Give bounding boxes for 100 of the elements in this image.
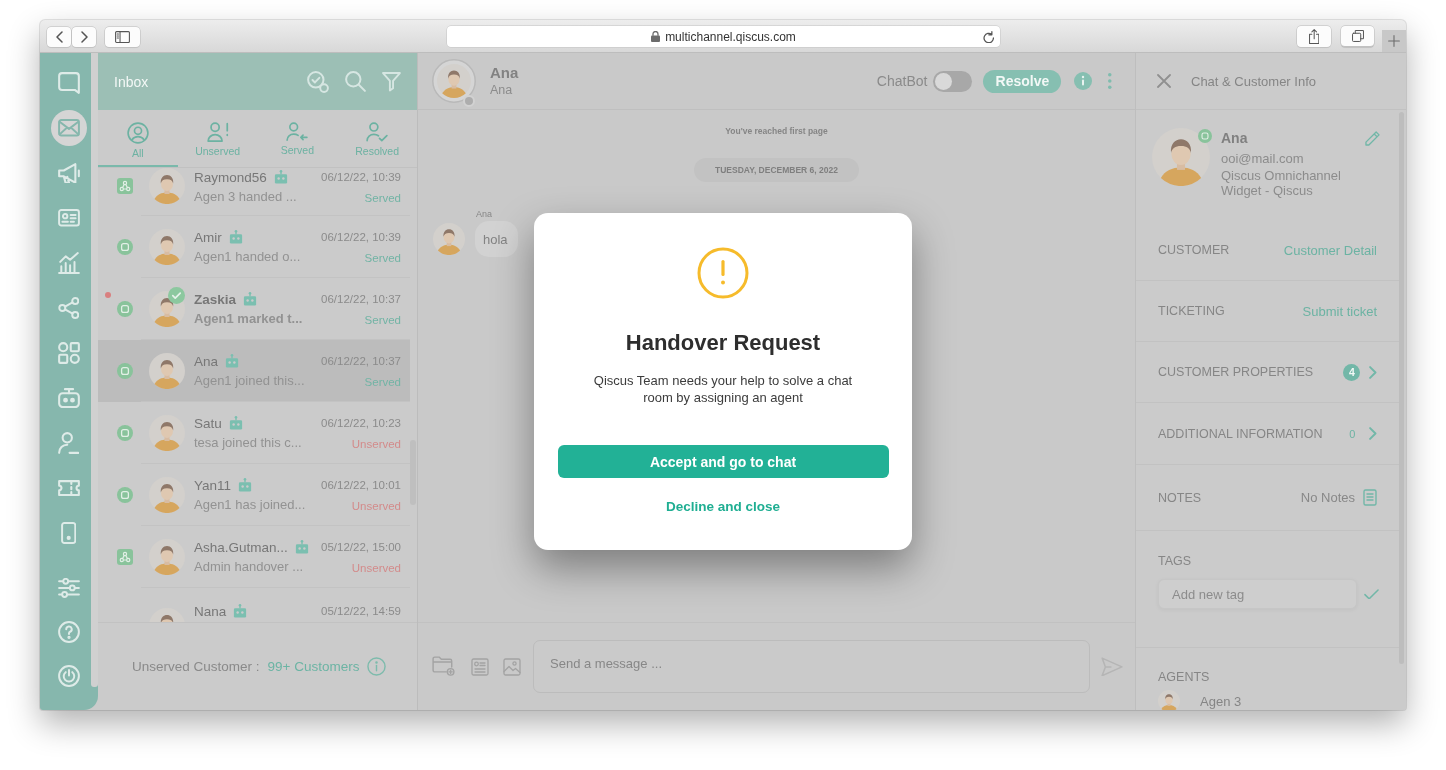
chat-channel-icon [1198, 129, 1212, 143]
contact-name: Amir [194, 229, 222, 245]
timestamp: 06/12/22, 10:39 [321, 171, 401, 183]
section-label: TICKETING [1158, 304, 1225, 318]
avatar-icon [1152, 128, 1210, 186]
nodes-icon [57, 297, 80, 319]
accept-button[interactable]: Accept and go to chat [557, 445, 889, 478]
chat-bubble-icon [57, 72, 80, 94]
message-preview: Agen 3 handed ... [194, 188, 297, 204]
help-icon [57, 621, 80, 643]
ticket-icon [57, 479, 80, 497]
chat-channel-icon [117, 487, 133, 503]
modal-message: Qiscus Team needs your help to solve a chat room by assigning an agent [592, 372, 854, 406]
share-button[interactable] [1297, 26, 1331, 47]
timestamp: 05/12/22, 15:00 [321, 541, 401, 553]
status-label: Unserved [351, 436, 401, 450]
pencil-icon[interactable] [1365, 131, 1380, 146]
filter-icon[interactable] [382, 71, 401, 92]
unserved-label: Unserved Customer : [132, 659, 260, 674]
contact-name: Nana [194, 603, 227, 619]
timestamp: 06/12/22, 10:01 [321, 479, 401, 491]
chat-check-icon[interactable] [307, 70, 330, 93]
decline-button[interactable]: Decline and close [665, 498, 780, 516]
back-button[interactable] [47, 27, 71, 47]
inbox-tab[interactable]: Served [257, 110, 338, 167]
nodes-channel-icon [117, 549, 133, 565]
chatbot-label: ChatBot [876, 73, 928, 89]
section-link[interactable]: Submit ticket [1302, 303, 1377, 319]
contact-card-icon[interactable] [471, 657, 489, 676]
tabs-icon [1351, 30, 1364, 42]
resolve-button[interactable]: Resolve [983, 69, 1062, 93]
avatar-icon [433, 223, 465, 255]
user-check-icon [366, 122, 389, 142]
search-icon[interactable] [345, 71, 367, 92]
contact-name: Ana [490, 64, 519, 82]
modal-title: Handover Request [625, 329, 821, 357]
section-link[interactable]: Customer Detail [1283, 242, 1377, 258]
more-icon[interactable] [1108, 73, 1112, 89]
sliders-icon [57, 578, 80, 598]
notes-icon[interactable] [1363, 489, 1377, 506]
status-label: Served [364, 190, 401, 204]
count-badge: 4 [1343, 363, 1361, 381]
inbox-tab[interactable]: Unserved [177, 110, 258, 167]
timestamp: 06/12/22, 10:23 [321, 417, 401, 429]
message-preview: Agen1 handed o... [194, 248, 301, 264]
chatbot-toggle[interactable] [933, 70, 973, 92]
image-icon[interactable] [503, 657, 521, 676]
status-label: Served [364, 312, 401, 326]
share-icon [1308, 29, 1320, 44]
unserved-count-link[interactable]: 99+ Customers [267, 659, 360, 674]
info-icon[interactable] [367, 657, 387, 676]
date-separator: TUESDAY, DECEMBER 6, 2022 [694, 158, 859, 182]
tag-input[interactable]: Add new tag [1158, 579, 1357, 609]
address-bar[interactable]: multichannel.qiscus.com [447, 26, 1000, 47]
chevron-right-icon[interactable] [1369, 427, 1377, 440]
customer-name: Ana [1221, 129, 1248, 147]
plus-icon [1388, 35, 1400, 47]
folder-plus-icon[interactable] [432, 656, 455, 677]
grid-icon [57, 342, 80, 364]
envelope-icon [57, 119, 80, 137]
lock-icon [651, 31, 661, 42]
section-label: AGENTS [1158, 670, 1210, 684]
contact-name: Raymond56 [194, 169, 267, 185]
contact-subtitle: Ana [490, 82, 514, 98]
message-preview: Admin handover ... [194, 558, 304, 574]
tablet-icon [60, 522, 77, 544]
notes-value: No Notes [1300, 490, 1355, 505]
close-icon[interactable] [1157, 74, 1171, 88]
status-label: Unserved [351, 560, 401, 574]
new-tab-button[interactable] [1382, 30, 1406, 52]
avatar-icon [432, 59, 476, 103]
id-card-icon [57, 209, 80, 227]
robot-icon [57, 387, 80, 409]
section-label: NOTES [1158, 490, 1202, 505]
contact-name: Asha.Gutman... [194, 539, 288, 555]
info-icon[interactable] [1074, 72, 1093, 90]
agent-name: Agen 3 [1200, 694, 1242, 709]
reload-icon[interactable] [982, 30, 994, 43]
user-arrow-icon [286, 122, 309, 142]
forward-button[interactable] [72, 27, 96, 47]
inbox-tab[interactable]: Resolved [337, 110, 417, 167]
tabs-button[interactable] [1341, 26, 1374, 47]
timestamp: 06/12/22, 10:37 [321, 293, 401, 305]
check-icon[interactable] [1364, 588, 1379, 600]
status-label: Served [364, 250, 401, 264]
message-preview: Agen1 has joined... [194, 496, 306, 512]
section-label: CUSTOMER PROPERTIES [1158, 365, 1314, 379]
contact-name: Zaskia [194, 291, 237, 307]
sidebar-button[interactable] [105, 27, 140, 47]
count-label: 0 [1349, 427, 1356, 440]
chat-channel-icon [117, 301, 133, 317]
nav-button[interactable] [50, 110, 87, 146]
message-input[interactable]: Send a message ... [533, 640, 1090, 693]
chart-icon [57, 252, 80, 274]
chevron-right-icon[interactable] [1369, 365, 1377, 379]
panel-title: Chat & Customer Info [1191, 73, 1316, 89]
status-label: Served [364, 374, 401, 388]
power-icon [57, 665, 80, 687]
customer-email: ooi@mail.com [1221, 150, 1305, 167]
contact-name: Ana [194, 353, 219, 369]
